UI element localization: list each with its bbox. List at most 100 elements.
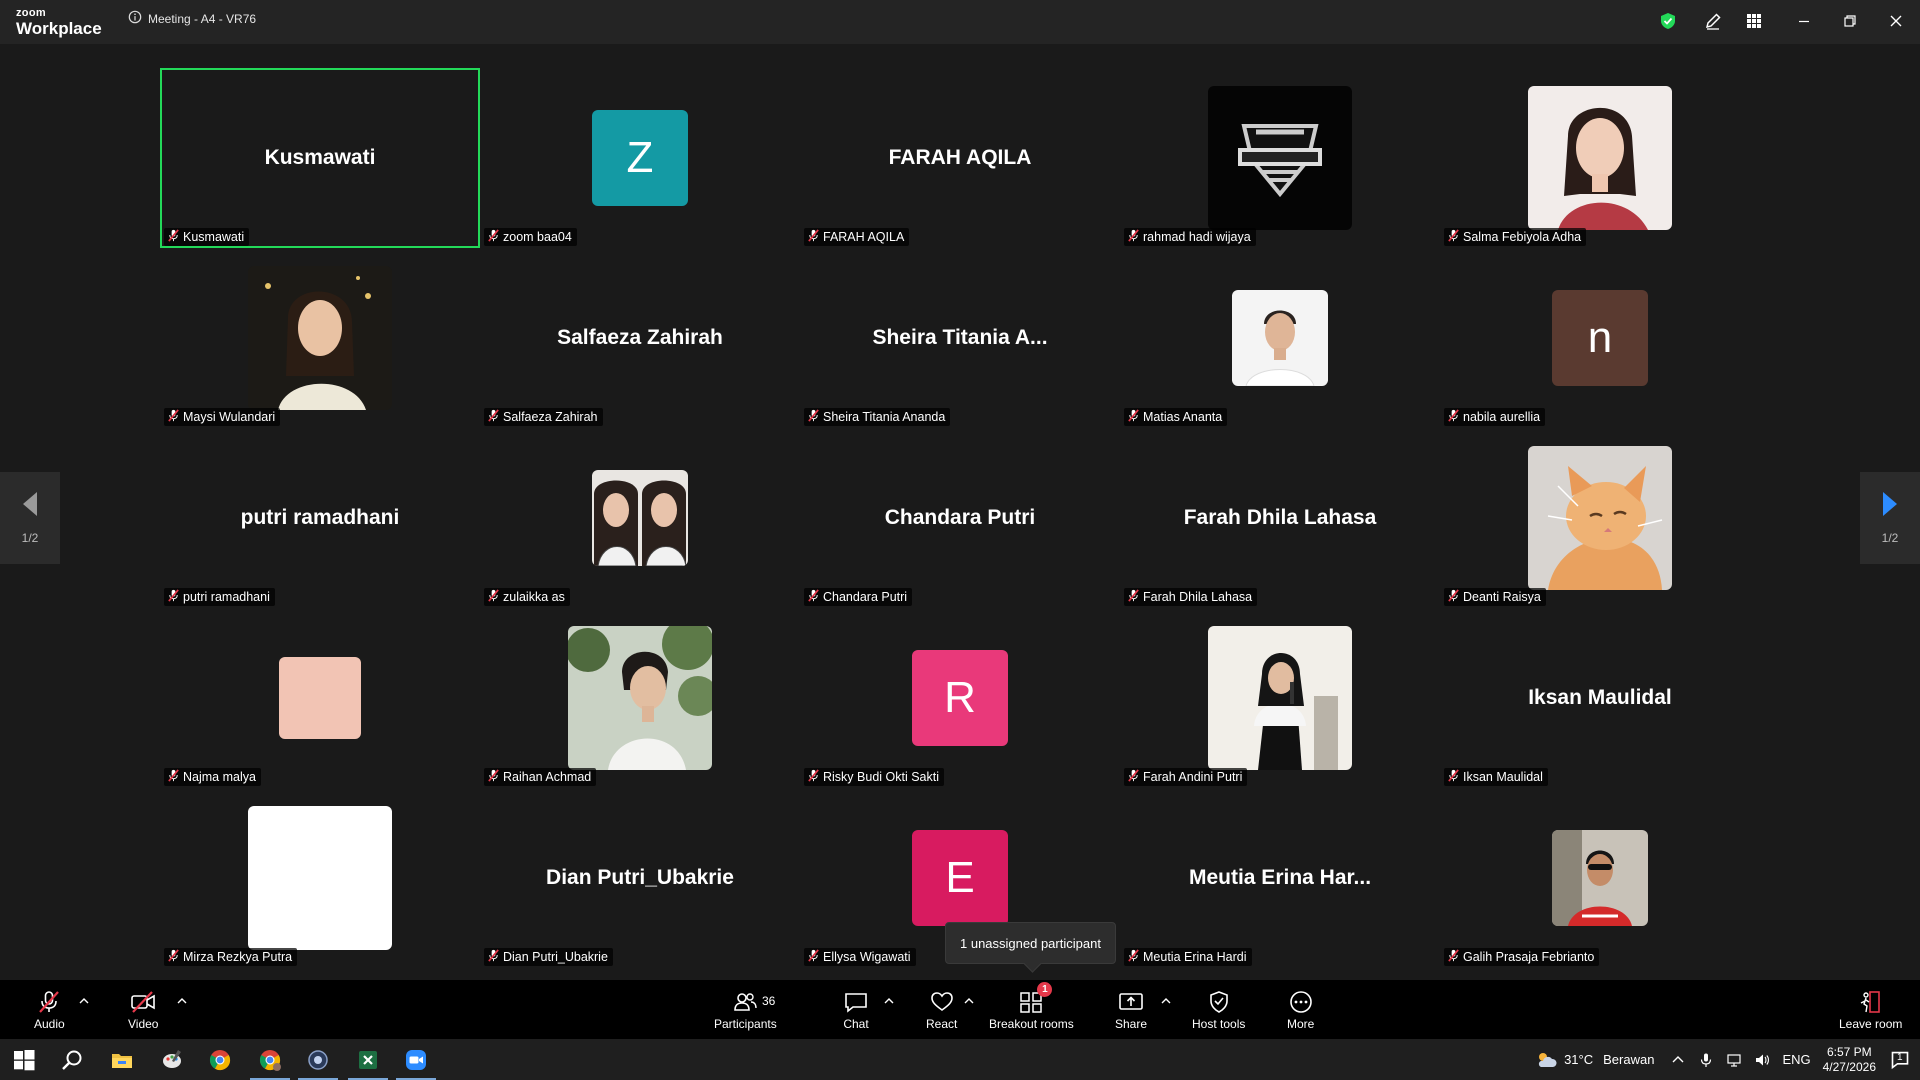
avatar: Z [592,110,688,206]
muted-mic-icon [487,949,500,965]
participant-name-label: Matias Ananta [1124,408,1228,426]
participant-tile[interactable]: Najma malya [160,608,480,788]
zoom-workplace-logo: zoom Workplace [16,7,102,38]
notifications-icon[interactable]: 1 [1890,1050,1910,1070]
host-tools-button[interactable]: Host tools [1192,986,1245,1036]
participant-name: Galih Prasaja Febrianto [1463,950,1595,964]
muted-mic-icon [167,949,180,965]
react-options-chevron-icon[interactable] [963,994,975,1006]
participant-name: Farah Andini Putri [1143,770,1243,784]
muted-mic-icon [1127,229,1140,245]
participant-name-label: zoom baa04 [484,228,577,246]
paint-icon[interactable] [148,1039,196,1080]
title-bar: zoom Workplace Meeting - A4 - VR76 [0,0,1920,45]
participant-tile[interactable]: putri ramadhani putri ramadhani [160,428,480,608]
participant-tile[interactable]: zulaikka as [480,428,800,608]
network-icon[interactable] [1726,1052,1742,1068]
apps-grid-icon[interactable] [1743,10,1765,32]
clock[interactable]: 6:57 PM 4/27/2026 [1823,1045,1876,1075]
avatar-photo [1528,86,1672,230]
annotate-pen-icon[interactable] [1702,10,1724,32]
participant-tile[interactable]: Meutia Erina Har... Meutia Erina Hardi [1120,788,1440,968]
chrome-icon[interactable] [196,1039,244,1080]
participant-name: Ellysa Wigawati [823,950,911,964]
leave-room-button[interactable]: Leave room [1839,986,1902,1036]
participant-display-name: Meutia Erina Har... [1188,866,1372,889]
restore-icon[interactable] [1839,10,1861,32]
close-icon[interactable] [1885,10,1907,32]
weather-widget[interactable]: 31°C Berawan [1534,1048,1654,1072]
microphone-icon[interactable] [1698,1052,1714,1068]
show-hidden-icons-chevron-icon[interactable] [1670,1052,1686,1068]
participant-tile[interactable]: Matias Ananta [1120,248,1440,428]
start-icon[interactable] [0,1039,48,1080]
next-page-button[interactable]: 1/2 [1860,472,1920,564]
participant-name-label: rahmad hadi wijaya [1124,228,1256,246]
previous-page-button[interactable]: 1/2 [0,472,60,564]
video-button[interactable]: Video [128,986,158,1036]
share-button[interactable]: Share [1115,986,1147,1036]
avatar-photo [1528,446,1672,590]
muted-mic-icon [1447,769,1460,785]
chat-options-chevron-icon[interactable] [883,994,895,1006]
participant-name-label: Najma malya [164,768,261,786]
participant-tile[interactable]: Salma Febiyola Adha [1440,68,1760,248]
muted-mic-icon [1127,409,1140,425]
search-icon[interactable] [48,1039,96,1080]
share-screen-icon [1118,986,1144,1014]
share-options-chevron-icon[interactable] [1160,994,1172,1006]
participant-display-name: FARAH AQILA [888,146,1032,169]
video-options-chevron-icon[interactable] [176,994,188,1006]
avatar-photo [592,470,688,566]
chevron-right-icon [1883,492,1897,516]
language-indicator[interactable]: ENG [1782,1052,1810,1067]
participant-tile[interactable]: Iksan Maulidal Iksan Maulidal [1440,608,1760,788]
participant-tile[interactable]: Farah Dhila Lahasa Farah Dhila Lahasa [1120,428,1440,608]
react-button[interactable]: React [926,986,957,1036]
participant-tile[interactable]: Maysi Wulandari [160,248,480,428]
file-explorer-icon[interactable] [98,1039,146,1080]
participant-tile[interactable]: Salfaeza Zahirah Salfaeza Zahirah [480,248,800,428]
avatar-photo [1208,626,1352,770]
participant-tile[interactable]: FARAH AQILA FARAH AQILA [800,68,1120,248]
participant-name-label: Chandara Putri [804,588,913,606]
security-shield-icon[interactable] [1657,10,1679,32]
participant-tile[interactable]: Farah Andini Putri [1120,608,1440,788]
participant-name: Dian Putri_Ubakrie [503,950,608,964]
audio-options-chevron-icon[interactable] [78,994,90,1006]
page-indicator-left: 1/2 [21,531,39,545]
zoom-icon[interactable] [392,1039,440,1080]
volume-icon[interactable] [1754,1052,1770,1068]
excel-icon[interactable] [344,1039,392,1080]
audio-button[interactable]: Audio [34,986,65,1036]
muted-mic-icon [487,589,500,605]
minimize-icon[interactable] [1793,10,1815,32]
participant-tile[interactable]: Zzoom baa04 [480,68,800,248]
meeting-info-button[interactable]: Meeting - A4 - VR76 [128,10,256,27]
participant-name-label: Farah Andini Putri [1124,768,1248,786]
chrome-profile-icon[interactable] [246,1039,294,1080]
participant-tile[interactable]: Dian Putri_Ubakrie Dian Putri_Ubakrie [480,788,800,968]
participant-name-label: Risky Budi Okti Sakti [804,768,945,786]
participant-display-name: Kusmawati [264,146,376,169]
breakout-rooms-button[interactable]: 1 Breakout rooms [989,982,1074,1036]
participant-name: Salfaeza Zahirah [503,410,598,424]
participant-tile[interactable]: Deanti Raisya [1440,428,1760,608]
participant-tile[interactable]: R Risky Budi Okti Sakti [800,608,1120,788]
participant-tile[interactable]: n nabila aurellia [1440,248,1760,428]
chevron-left-icon [23,492,37,516]
avatar-photo [568,626,712,770]
participant-name: Risky Budi Okti Sakti [823,770,940,784]
participant-tile[interactable]: rahmad hadi wijaya [1120,68,1440,248]
participant-tile[interactable]: Galih Prasaja Febrianto [1440,788,1760,968]
participant-tile[interactable]: Chandara Putri Chandara Putri [800,428,1120,608]
chat-button[interactable]: Chat [843,986,869,1036]
participant-name: FARAH AQILA [823,230,905,244]
participant-tile[interactable]: Sheira Titania A... Sheira Titania Ananda [800,248,1120,428]
camera-icon[interactable] [294,1039,342,1080]
weather-cloud-icon [1538,1052,1557,1067]
more-button[interactable]: More [1287,986,1314,1036]
participant-tile[interactable]: Mirza Rezkya Putra [160,788,480,968]
participant-tile[interactable]: Kusmawati Kusmawati [160,68,480,248]
participant-tile[interactable]: Raihan Achmad [480,608,800,788]
